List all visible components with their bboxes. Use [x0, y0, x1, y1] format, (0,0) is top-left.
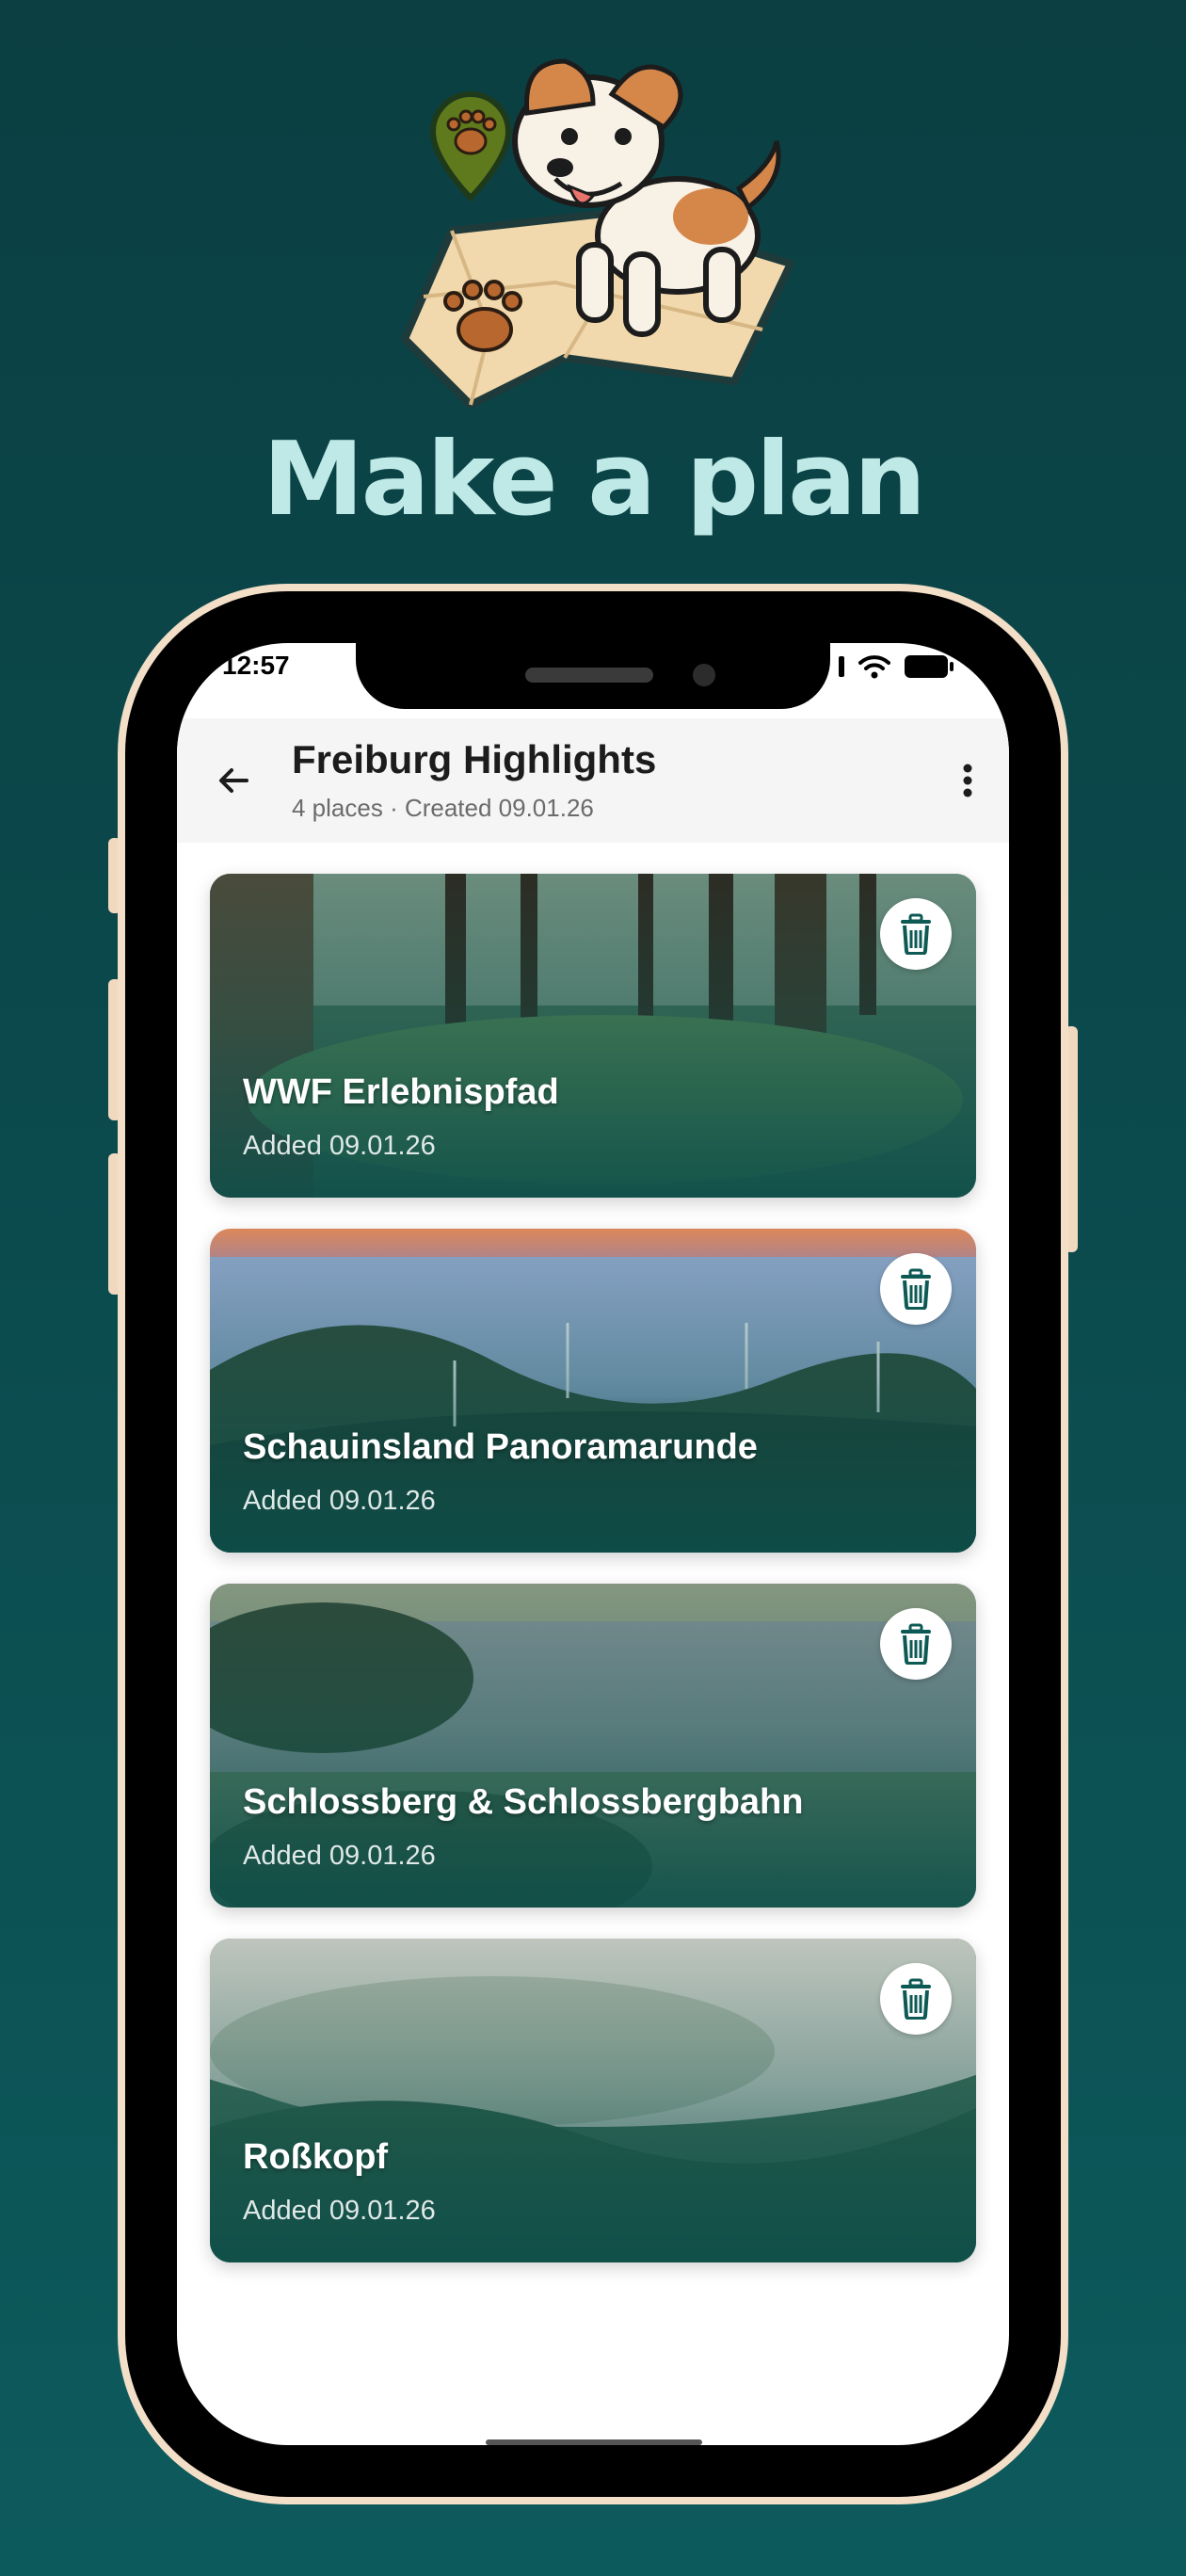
place-title: Schlossberg & Schlossbergbahn: [243, 1782, 804, 1822]
trash-icon: [901, 1268, 931, 1310]
app-bar: Freiburg Highlights 4 places · Created 0…: [177, 718, 1009, 843]
place-added-date: Added 09.01.26: [243, 1486, 436, 1516]
place-added-date: Added 09.01.26: [243, 1131, 436, 1161]
wifi-icon: [858, 655, 890, 679]
battery-icon: [905, 655, 954, 678]
dog-map-mascot-illustration: [401, 58, 794, 409]
place-added-date: Added 09.01.26: [243, 2196, 436, 2226]
headline: Make a plan: [263, 421, 926, 539]
place-title: WWF Erlebnispfad: [243, 1072, 559, 1112]
trash-icon: [901, 913, 931, 955]
phone-screen: 12:57 Freiburg Highlights 4 places · Cre…: [177, 643, 1009, 2445]
trash-icon: [901, 1623, 931, 1665]
arrow-left-icon: [219, 768, 248, 793]
place-title: Schauinsland Panoramarunde: [243, 1427, 758, 1467]
delete-place-button[interactable]: [880, 898, 952, 970]
more-options-button[interactable]: [939, 752, 996, 809]
place-card[interactable]: WWF Erlebnispfad Added 09.01.26: [210, 874, 976, 1198]
home-indicator[interactable]: [486, 2439, 702, 2445]
place-card[interactable]: Schauinsland Panoramarunde Added 09.01.2…: [210, 1229, 976, 1553]
back-button[interactable]: [205, 752, 262, 809]
place-card[interactable]: Schlossberg & Schlossbergbahn Added 09.0…: [210, 1584, 976, 1908]
plan-subtitle: 4 places · Created 09.01.26: [292, 794, 594, 822]
place-card[interactable]: Roßkopf Added 09.01.26: [210, 1939, 976, 2262]
phone-speaker: [525, 668, 653, 683]
delete-place-button[interactable]: [880, 1253, 952, 1325]
place-added-date: Added 09.01.26: [243, 1841, 436, 1871]
delete-place-button[interactable]: [880, 1608, 952, 1680]
place-title: Roßkopf: [243, 2137, 389, 2177]
phone-camera: [693, 664, 715, 686]
signal-icon: [839, 656, 844, 677]
delete-place-button[interactable]: [880, 1963, 952, 2035]
phone-notch: [356, 643, 830, 709]
plan-title: Freiburg Highlights: [292, 737, 657, 781]
trash-icon: [901, 1978, 931, 2020]
more-vertical-icon: [963, 764, 972, 797]
status-time: 12:57: [222, 651, 290, 680]
status-icons: [838, 654, 954, 679]
